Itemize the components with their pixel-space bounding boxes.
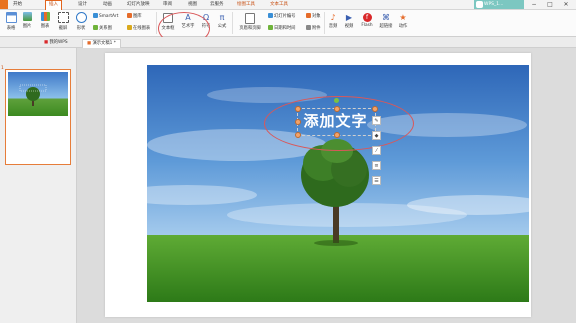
- resize-handle[interactable]: [372, 106, 378, 112]
- attachment-button[interactable]: 附件: [306, 25, 321, 31]
- shape-icon: [75, 12, 87, 23]
- menu-bar: 开始 插入 设计 动画 幻灯片放映 审阅 视图 云服务 绘图工具 文本工具 WPS_1... − …: [0, 0, 576, 10]
- tab-my-wps[interactable]: ■ 我的WPS: [40, 39, 72, 47]
- hyperlink-button[interactable]: ⌘ 超链接: [379, 13, 393, 29]
- edit-style-icon[interactable]: ✎: [372, 116, 381, 125]
- icon-library-icon: [127, 13, 132, 18]
- online-chart-button[interactable]: 在线图表: [127, 25, 150, 31]
- account-title: WPS_1...: [484, 2, 504, 7]
- ribbon-separator: [156, 12, 157, 34]
- formula-button[interactable]: π 公式: [216, 13, 228, 29]
- wps-logo-icon: [476, 1, 483, 8]
- picture-icon: [22, 12, 32, 21]
- icon-library-button[interactable]: 图库: [127, 13, 142, 19]
- fill-icon[interactable]: ◆: [372, 131, 381, 140]
- menu-tab[interactable]: 绘图工具: [234, 1, 258, 9]
- action-button[interactable]: ★ 动作: [397, 13, 409, 29]
- align-icon[interactable]: ≡: [372, 161, 381, 170]
- menu-tab[interactable]: 幻灯片放映: [124, 1, 153, 9]
- scissors-icon: [57, 12, 69, 23]
- account-badge[interactable]: WPS_1...: [474, 0, 524, 9]
- flash-icon: f: [362, 13, 372, 22]
- rotate-handle[interactable]: [334, 98, 339, 103]
- online-chart-icon: [127, 25, 132, 30]
- audio-button[interactable]: ♪ 音频: [327, 13, 339, 29]
- action-icon: ★: [399, 13, 407, 22]
- shape-button[interactable]: 形状: [74, 12, 88, 31]
- wps-icon: ■: [44, 40, 49, 45]
- ribbon-separator: [324, 12, 325, 34]
- relation-icon: [93, 25, 98, 30]
- menu-tab[interactable]: 视图: [185, 1, 200, 9]
- menu-tab[interactable]: 开始: [10, 1, 25, 9]
- ribbon-insert: 表格 图片 图表 截屏 形状 SmartArt 图库 关系图 在线图表 文本框 …: [0, 10, 576, 37]
- ribbon-separator: [232, 12, 233, 34]
- close-button[interactable]: ✕: [560, 0, 572, 9]
- pi-icon: π: [219, 13, 225, 22]
- object-icon: [306, 13, 311, 18]
- document-tab-bar: ■ 我的WPS ■ 演示文稿1 *: [0, 37, 576, 48]
- thumbnail-image: [8, 72, 68, 116]
- object-button[interactable]: 对象: [306, 13, 321, 19]
- datetime-button[interactable]: 日期和时间: [268, 25, 295, 31]
- menu-tab[interactable]: 审阅: [160, 1, 175, 9]
- paperclip-icon: [306, 25, 311, 30]
- minimize-button[interactable]: −: [528, 0, 540, 9]
- table-icon: [5, 12, 17, 23]
- outline-icon[interactable]: ⁄: [372, 146, 381, 155]
- maximize-button[interactable]: □: [544, 0, 556, 9]
- app-menu-button[interactable]: [0, 0, 8, 9]
- floating-toolbar: ✎ ◆ ⁄ ≡ ☰: [372, 116, 384, 191]
- picture-button[interactable]: 图片: [20, 12, 34, 29]
- calendar-icon: [268, 25, 273, 30]
- tab-presentation[interactable]: ■ 演示文稿1 *: [82, 39, 121, 48]
- slide-number-button[interactable]: 幻灯片编号: [268, 13, 295, 19]
- chart-icon: [40, 12, 50, 21]
- film-icon: ▶: [345, 13, 353, 22]
- screenshot-button[interactable]: 截屏: [56, 12, 70, 31]
- resize-handle[interactable]: [295, 119, 301, 125]
- menu-tab[interactable]: 插入: [45, 0, 62, 10]
- resize-handle[interactable]: [334, 106, 340, 112]
- header-footer-button[interactable]: 页眉和页脚: [236, 13, 264, 31]
- resize-handle[interactable]: [295, 132, 301, 138]
- video-button[interactable]: ▶ 视频: [343, 13, 355, 29]
- speaker-icon: ♪: [330, 13, 336, 22]
- slide-thumbnail[interactable]: [5, 69, 71, 165]
- resize-handle[interactable]: [295, 106, 301, 112]
- menu-tab[interactable]: 动画: [100, 1, 115, 9]
- chart-button[interactable]: 图表: [38, 12, 52, 29]
- resize-handle[interactable]: [334, 132, 340, 138]
- menu-tab[interactable]: 云服务: [207, 1, 227, 9]
- menu-tab[interactable]: 文本工具: [267, 1, 291, 9]
- page-icon: [245, 13, 255, 24]
- smartart-icon: [93, 13, 98, 18]
- smartart-button[interactable]: SmartArt: [93, 13, 118, 19]
- table-button[interactable]: 表格: [4, 12, 18, 31]
- layout-icon[interactable]: ☰: [372, 176, 381, 185]
- slide-number-label: 1: [1, 66, 4, 71]
- link-icon: ⌘: [382, 13, 390, 22]
- slides-panel: 1: [0, 48, 77, 323]
- flash-button[interactable]: f Flash: [360, 13, 374, 28]
- relation-diagram-button[interactable]: 关系图: [93, 25, 112, 31]
- ppt-icon: ■: [87, 41, 92, 46]
- menu-tab[interactable]: 设计: [75, 1, 90, 9]
- selected-textbox[interactable]: 添加文字: [224, 96, 414, 186]
- slide-number-icon: [268, 13, 273, 18]
